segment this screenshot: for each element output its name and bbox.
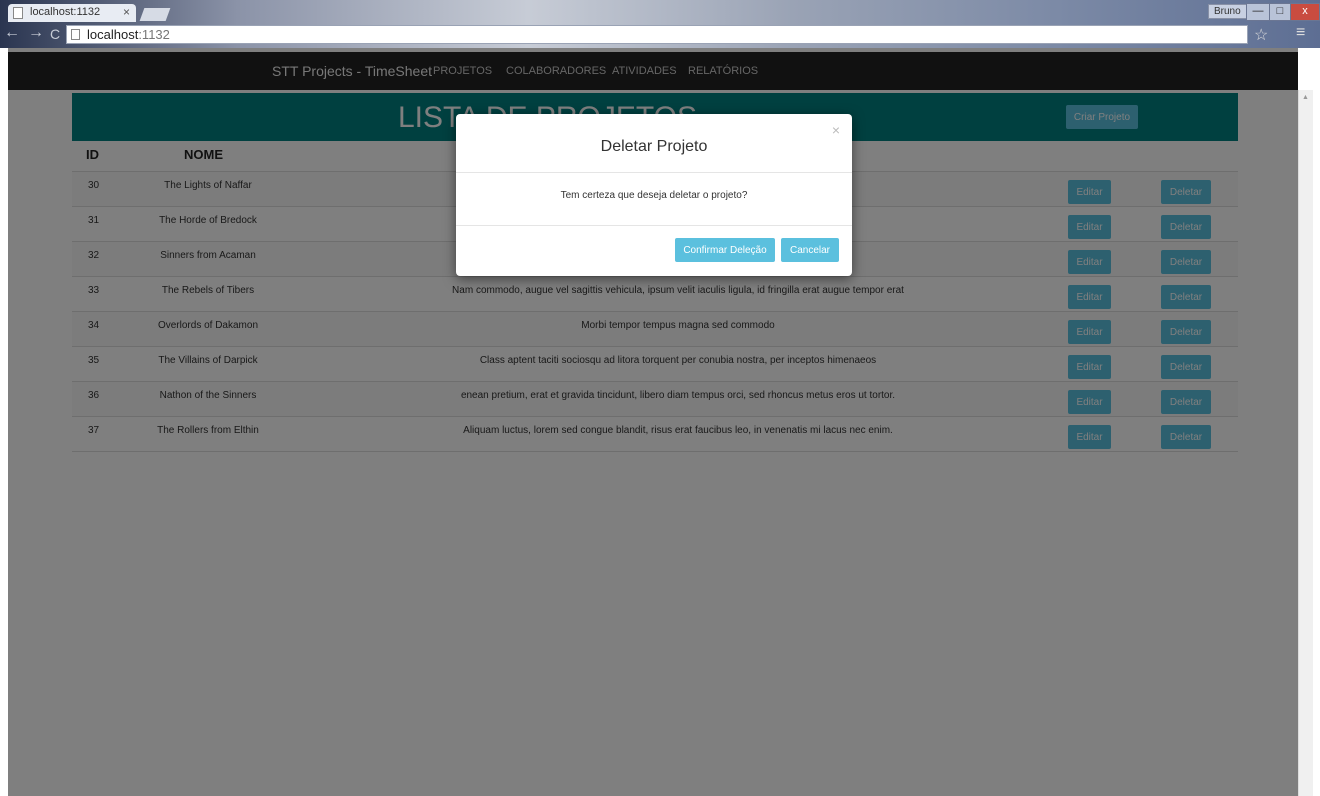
modal-message: Tem certeza que deseja deletar o projeto… — [560, 190, 748, 201]
close-window-button[interactable]: x — [1290, 3, 1320, 21]
confirm-delete-button[interactable]: Confirmar Deleção — [675, 238, 775, 262]
modal-body: Tem certeza que deseja deletar o projeto… — [456, 173, 852, 226]
address-port: :1132 — [138, 27, 170, 42]
back-arrow-icon[interactable]: ← — [4, 24, 20, 42]
modal-header: Deletar Projeto × — [456, 114, 852, 173]
page-icon — [71, 29, 80, 40]
delete-project-modal: Deletar Projeto × Tem certeza que deseja… — [456, 114, 852, 276]
browser-menu-icon[interactable]: ≡ — [1296, 24, 1305, 42]
reload-icon[interactable]: C — [50, 26, 60, 42]
maximize-button[interactable]: □ — [1269, 3, 1291, 21]
scroll-up-icon[interactable]: ▲ — [1302, 94, 1309, 101]
minimize-button[interactable]: — — [1246, 3, 1270, 21]
page-scrollbar[interactable]: ▲ — [1298, 90, 1313, 796]
user-badge[interactable]: Bruno — [1208, 4, 1247, 19]
tab-close-icon[interactable]: × — [123, 5, 130, 19]
address-bar[interactable]: localhost:1132 — [66, 25, 1248, 44]
modal-title: Deletar Projeto — [600, 138, 708, 155]
forward-arrow-icon[interactable]: → — [28, 24, 44, 42]
bookmark-star-icon[interactable]: ☆ — [1254, 25, 1268, 45]
tab-title: localhost:1132 — [30, 6, 101, 18]
address-text: localhost:1132 — [87, 27, 170, 42]
address-host: localhost — [87, 27, 139, 42]
new-tab-button[interactable] — [139, 8, 171, 21]
browser-chrome: localhost:1132 × Bruno — □ x ← → C local… — [0, 0, 1320, 48]
browser-tab[interactable]: localhost:1132 × — [8, 4, 136, 22]
page-icon — [13, 7, 23, 19]
cancel-button[interactable]: Cancelar — [781, 238, 839, 262]
close-icon[interactable]: × — [832, 122, 840, 138]
